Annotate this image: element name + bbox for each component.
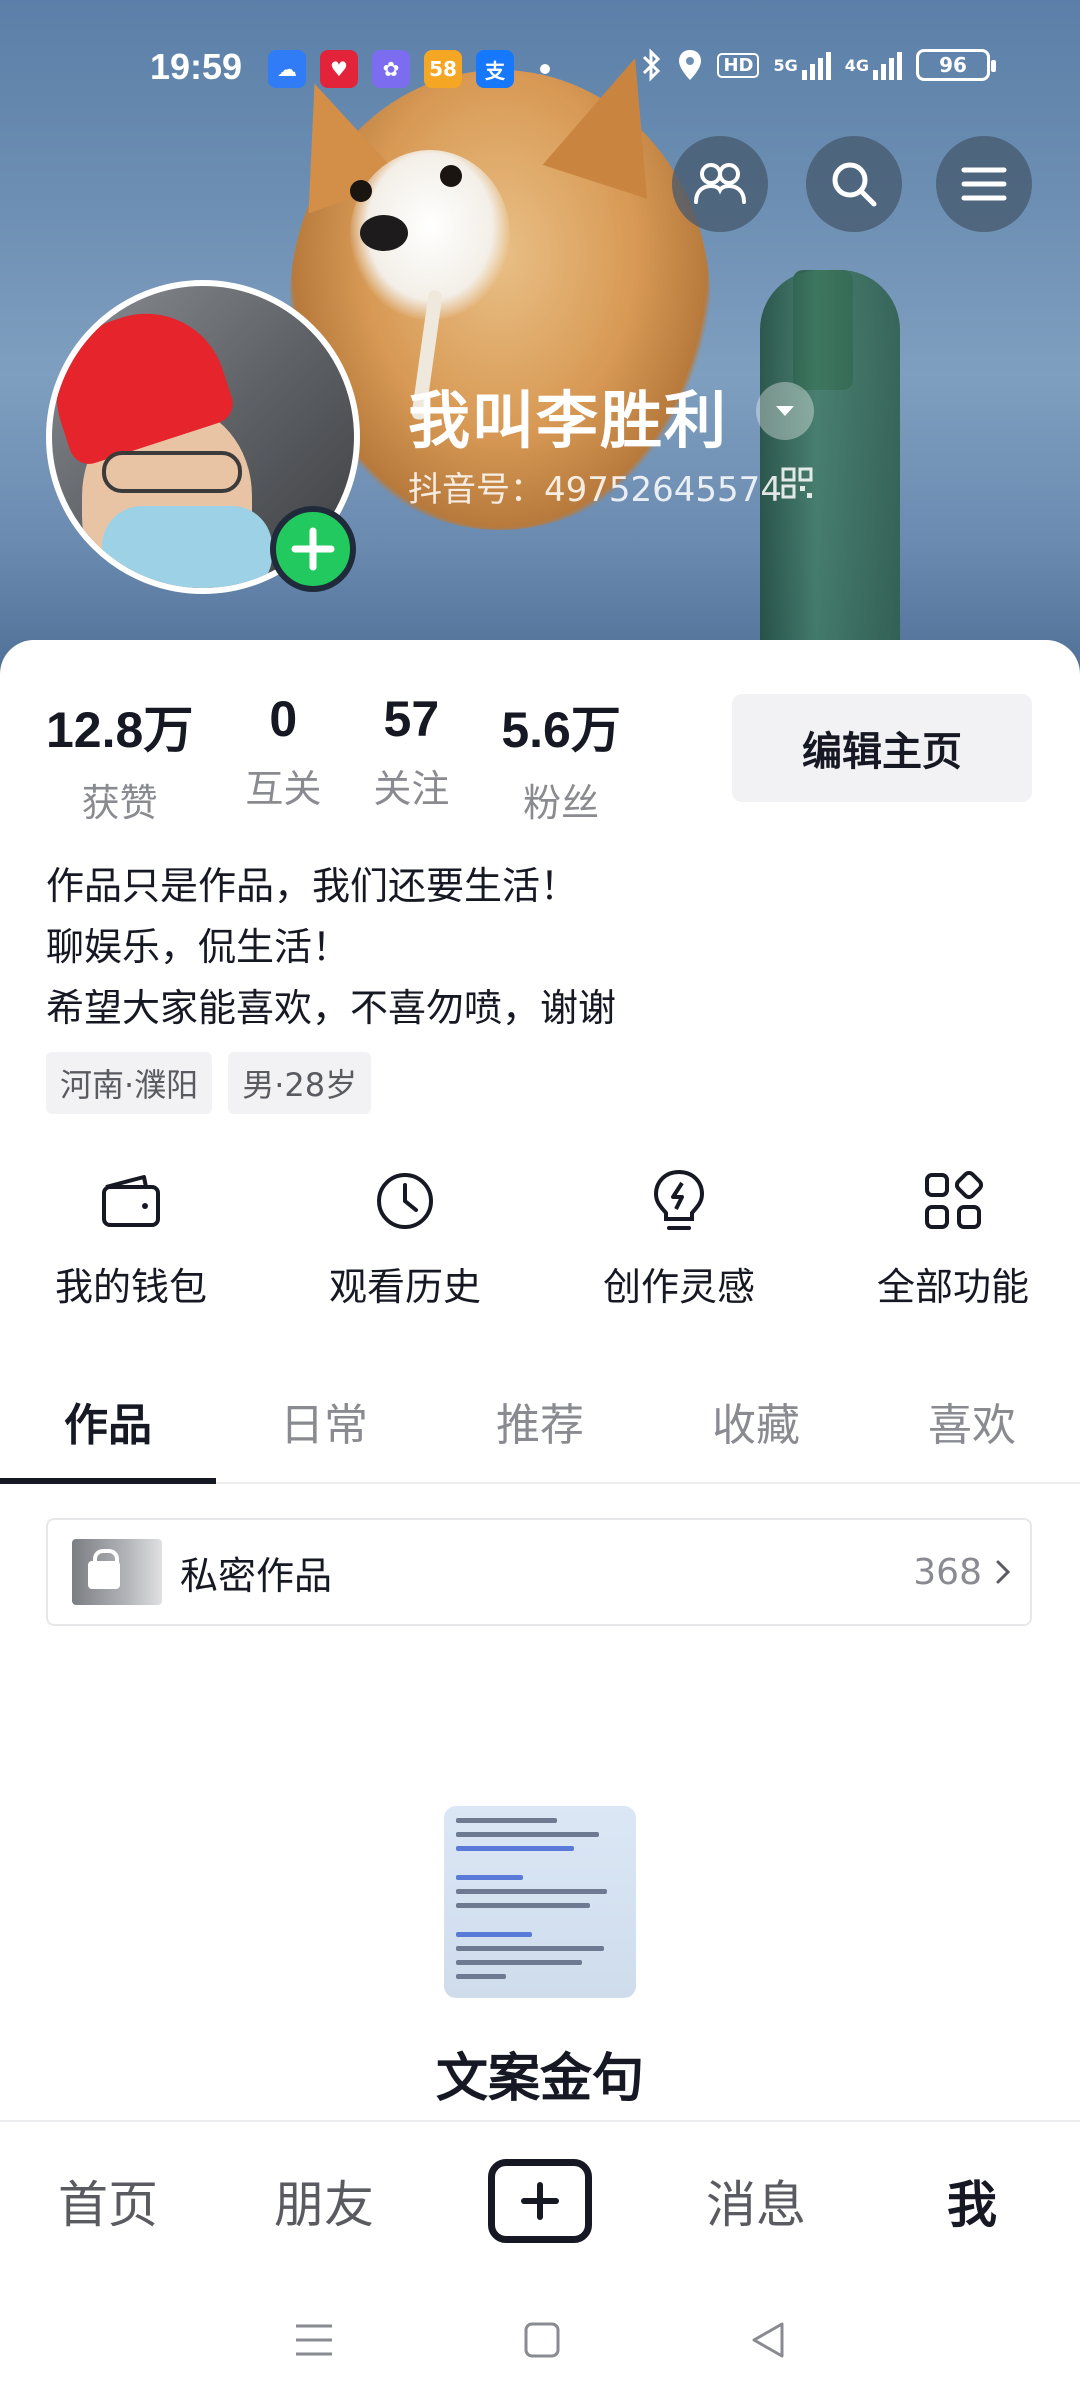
grid-icon <box>918 1166 988 1236</box>
nav-friends[interactable]: 朋友 <box>216 2165 432 2237</box>
private-works-thumbnail <box>72 1539 162 1605</box>
lock-icon <box>88 1549 120 1589</box>
battery-icon: 96 <box>916 49 996 81</box>
home-square-icon[interactable] <box>524 2322 560 2358</box>
people-icon <box>694 163 746 204</box>
nav-messages[interactable]: 消息 <box>648 2165 864 2237</box>
tab-recommended[interactable]: 推荐 <box>432 1380 648 1482</box>
stat-label: 获赞 <box>81 781 158 825</box>
search-button[interactable] <box>806 136 902 232</box>
function-inspiration[interactable]: 创作灵感 <box>594 1166 764 1311</box>
bio-line: 聊娱乐，侃生活！ <box>46 925 351 969</box>
bio-line: 作品只是作品，我们还要生活！ <box>46 864 579 908</box>
function-label: 全部功能 <box>876 1265 1029 1309</box>
douyin-id[interactable]: 抖音号：49752645574 <box>408 462 782 511</box>
function-wallet[interactable]: 我的钱包 <box>46 1166 216 1311</box>
app-58-icon: 58 <box>424 50 462 88</box>
function-all[interactable]: 全部功能 <box>868 1166 1038 1311</box>
location-tag[interactable]: 河南·濮阳 <box>46 1052 213 1114</box>
add-avatar-button[interactable] <box>270 506 356 592</box>
status-right: HD 5G 4G 96 <box>641 48 996 82</box>
system-navigation-bar <box>0 2280 1080 2400</box>
function-label: 观看历史 <box>328 1265 481 1309</box>
friends-button[interactable] <box>672 136 768 232</box>
stat-followers[interactable]: 5.6万 粉丝 <box>501 690 621 827</box>
video-thumbnail[interactable] <box>444 1806 636 1998</box>
more-notifications-dot <box>540 64 550 74</box>
search-icon <box>832 162 877 207</box>
status-time: 19:59 <box>150 46 243 87</box>
tab-favorites[interactable]: 收藏 <box>648 1380 864 1482</box>
content-tabs: 作品 日常 推荐 收藏 喜欢 <box>0 1380 1080 1484</box>
back-triangle-icon[interactable] <box>750 2321 786 2359</box>
menu-button[interactable] <box>936 136 1032 232</box>
flower-app-icon: ✿ <box>372 50 410 88</box>
private-works-count: 368 <box>913 1551 982 1593</box>
tab-likes[interactable]: 喜欢 <box>864 1380 1080 1482</box>
lightbulb-icon <box>644 1166 714 1236</box>
qr-code-icon[interactable] <box>780 466 814 500</box>
stat-value: 57 <box>383 691 440 747</box>
stat-value: 12.8万 <box>46 702 194 758</box>
stat-label: 关注 <box>373 767 450 811</box>
battery-level: 96 <box>939 53 967 77</box>
nav-me[interactable]: 我 <box>864 2165 1080 2237</box>
stat-value: 5.6万 <box>501 702 621 758</box>
account-switch-button[interactable] <box>756 382 814 440</box>
stat-likes[interactable]: 12.8万 获赞 <box>46 690 193 827</box>
cloud-app-icon: ☁ <box>268 50 306 88</box>
edit-profile-button[interactable]: 编辑主页 <box>732 694 1032 802</box>
location-icon <box>679 50 702 80</box>
plus-icon <box>521 2182 559 2220</box>
bio: 作品只是作品，我们还要生活！ 聊娱乐，侃生活！ 希望大家能喜欢，不喜勿喷，谢谢 <box>46 856 616 1039</box>
private-works-label: 私密作品 <box>180 1553 333 1598</box>
network-5g: 5G <box>773 55 798 75</box>
notification-icons: ☁ ♥ ✿ 58 支 <box>268 50 550 88</box>
bio-line: 希望大家能喜欢，不喜勿喷，谢谢 <box>46 986 617 1030</box>
function-label: 我的钱包 <box>54 1265 207 1309</box>
function-label: 创作灵感 <box>602 1265 755 1309</box>
recent-apps-icon[interactable] <box>294 2322 334 2358</box>
tab-works[interactable]: 作品 <box>0 1380 216 1484</box>
heart-app-icon: ♥ <box>320 50 358 88</box>
gender-age-tag[interactable]: 男·28岁 <box>228 1052 372 1114</box>
clock-icon <box>370 1166 440 1236</box>
nav-create[interactable] <box>432 2159 648 2243</box>
status-bar: 19:59 ☁ ♥ ✿ 58 支 HD 5G 4G 96 <box>0 40 1080 100</box>
stat-mutual[interactable]: 0 互关 <box>245 690 321 827</box>
hd-badge: HD <box>717 52 760 78</box>
stats-row: 12.8万 获赞 0 互关 57 关注 5.6万 粉丝 <box>46 690 673 827</box>
plus-icon <box>291 527 335 571</box>
profile-tags: 河南·濮阳 男·28岁 <box>46 1052 372 1114</box>
bluetooth-icon <box>643 48 661 82</box>
function-shortcuts: 我的钱包 观看历史 创作灵感 全部功能 <box>0 1166 1080 1311</box>
stat-label: 粉丝 <box>523 781 600 825</box>
signal-4g-icon <box>873 50 902 80</box>
alipay-icon: 支 <box>476 50 514 88</box>
stat-value: 0 <box>269 691 298 747</box>
chevron-right-icon <box>996 1560 1010 1584</box>
nav-home[interactable]: 首页 <box>0 2165 216 2237</box>
wallet-icon <box>96 1166 166 1236</box>
stat-following[interactable]: 57 关注 <box>373 690 449 827</box>
bottom-navigation: 首页 朋友 消息 我 <box>0 2120 1080 2280</box>
signal-5g-icon <box>801 50 831 80</box>
nickname: 我叫李胜利 <box>408 384 729 457</box>
tab-daily[interactable]: 日常 <box>216 1380 432 1482</box>
create-button[interactable] <box>488 2159 592 2243</box>
stat-label: 互关 <box>245 767 322 811</box>
network-4g: 4G <box>844 55 869 75</box>
function-history[interactable]: 观看历史 <box>320 1166 490 1311</box>
hamburger-menu-icon <box>961 167 1007 201</box>
video-title[interactable]: 文案金句 <box>0 2036 1080 2111</box>
caret-down-icon <box>776 406 794 416</box>
private-works-row[interactable]: 私密作品 368 <box>46 1518 1032 1626</box>
